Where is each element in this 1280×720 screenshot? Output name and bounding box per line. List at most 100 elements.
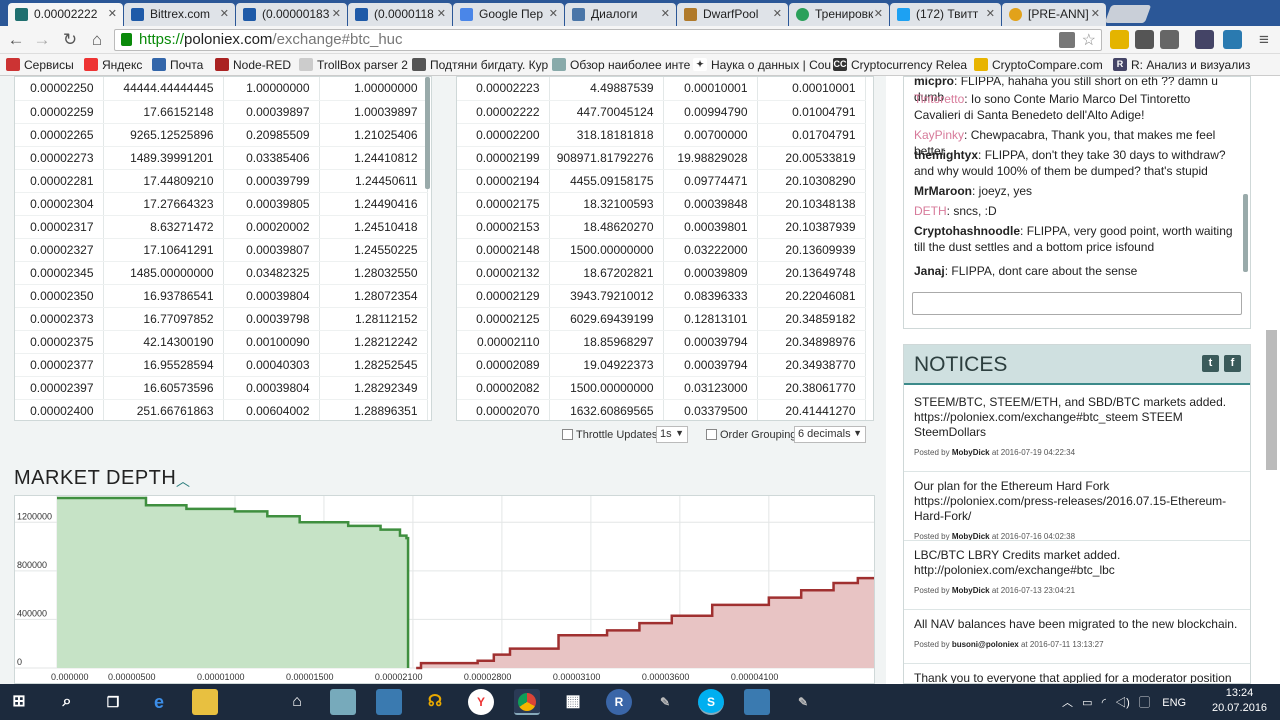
yandex-browser-icon[interactable]: Y <box>468 689 494 715</box>
tab-trainer[interactable]: Тренировк ✕ <box>789 3 889 26</box>
chat-icon[interactable]: ▢ <box>1139 697 1150 709</box>
file-explorer-icon[interactable] <box>192 689 218 715</box>
headphones-icon[interactable]: ☊ <box>422 689 448 715</box>
table-row[interactable]: 0.00002082 1500.00000000 0.03123000 20.3806… <box>457 376 866 400</box>
r-studio-icon[interactable]: R <box>606 689 632 715</box>
table-row[interactable]: 0.00002317 8.63271472 0.00020002 1.24510418 <box>15 215 428 239</box>
twitter-icon[interactable]: t <box>1202 355 1219 372</box>
table-row[interactable]: 0.00002265 9265.12525896 0.20985509 1.21025… <box>15 123 428 147</box>
extension-icon[interactable] <box>1160 30 1179 49</box>
tab-bittrex-2[interactable]: (0.00000183 ✕ <box>236 3 347 26</box>
bookmark-cryptocompare[interactable]: CryptoCompare.com <box>974 58 1103 72</box>
table-row[interactable]: 0.00002377 16.95528594 0.00040303 1.2825254… <box>15 353 428 377</box>
table-row[interactable]: 0.00002281 17.44809210 0.00039799 1.2445061… <box>15 169 428 193</box>
table-row[interactable]: 0.00002153 18.48620270 0.00039801 20.103879… <box>457 215 866 239</box>
close-icon[interactable]: ✕ <box>661 7 670 20</box>
table-row[interactable]: 0.00002194 4455.09158175 0.09774471 20.1030… <box>457 169 866 193</box>
tab-bittrex[interactable]: Bittrex.com ✕ <box>124 3 235 26</box>
table-row[interactable]: 0.00002345 1485.00000000 0.03482325 1.28032… <box>15 261 428 285</box>
table-row[interactable]: 0.00002400 251.66761863 0.00604002 1.288963… <box>15 399 428 420</box>
chat-username[interactable]: micpro <box>914 77 954 88</box>
menu-icon[interactable]: ≡ <box>1254 30 1274 50</box>
home-icon[interactable]: ⌂ <box>87 30 107 50</box>
bookmark-trollbox[interactable]: TrollBox parser 2 <box>299 58 408 72</box>
tab-poloniex[interactable]: 0.00002222 ✕ <box>8 3 123 26</box>
extension-icon[interactable] <box>1223 30 1242 49</box>
extension-icon[interactable] <box>1110 30 1129 49</box>
chat-username[interactable]: Cryptohashnoodle <box>914 224 1020 238</box>
windows-start-icon[interactable]: ⊞ <box>6 689 32 715</box>
remote-desktop-icon[interactable] <box>376 689 402 715</box>
table-row[interactable]: 0.00002089 19.04922373 0.00039794 20.349387… <box>457 353 866 377</box>
close-icon[interactable]: ✕ <box>220 7 229 20</box>
notice-author[interactable]: MobyDick <box>952 586 990 595</box>
chevron-up-icon[interactable]: ︿ <box>1062 697 1073 709</box>
chrome-icon[interactable] <box>514 689 540 715</box>
wifi-icon[interactable]: ◜ <box>1102 697 1106 709</box>
table-row[interactable]: 0.00002350 16.93786541 0.00039804 1.2807235… <box>15 284 428 308</box>
table-row[interactable]: 0.00002110 18.85968297 0.00039794 20.348989… <box>457 330 866 354</box>
notice-author[interactable]: MobyDick <box>952 448 990 457</box>
chat-username[interactable]: DETH <box>914 204 947 218</box>
table-row[interactable]: 0.00002148 1500.00000000 0.03222000 20.1360… <box>457 238 866 262</box>
table-row[interactable]: 0.00002125 6029.69439199 0.12813101 20.3485… <box>457 307 866 331</box>
table-row[interactable]: 0.00002250 44444.44444445 1.00000000 1.0000… <box>15 77 428 101</box>
close-icon[interactable]: ✕ <box>108 7 117 20</box>
close-icon[interactable]: ✕ <box>874 7 883 20</box>
table-row[interactable]: 0.00002223 4.49887539 0.00010001 0.00010001 <box>457 77 866 101</box>
address-bar[interactable]: https://poloniex.com/exchange#btc_huc ☆ <box>114 29 1102 51</box>
close-icon[interactable]: ✕ <box>773 7 782 20</box>
table-row[interactable]: 0.00002070 1632.60869565 0.03379500 20.4144… <box>457 399 866 420</box>
calculator-icon[interactable]: ▦ <box>560 689 586 715</box>
table-row[interactable]: 0.00002175 18.32100593 0.00039848 20.103481… <box>457 192 866 216</box>
table-row[interactable]: 0.00002373 16.77097852 0.00039798 1.2811215… <box>15 307 428 331</box>
tab-bitcointalk[interactable]: [PRE-ANN] ✕ <box>1002 3 1106 26</box>
chat-username[interactable]: Janaj <box>914 264 945 278</box>
notice-author[interactable]: busoni@poloniex <box>952 640 1019 649</box>
home-app-icon[interactable]: ⌂ <box>284 689 310 715</box>
extension-icon[interactable] <box>1195 30 1214 49</box>
skype-icon[interactable]: S <box>698 689 724 715</box>
table-row[interactable]: 0.00002222 447.70045124 0.00994790 0.010047… <box>457 100 866 124</box>
throttle-checkbox[interactable] <box>562 429 573 440</box>
table-row[interactable]: 0.00002397 16.60573596 0.00039804 1.2829234… <box>15 376 428 400</box>
volume-icon[interactable]: ◁) <box>1115 697 1130 709</box>
bookmark-services[interactable]: Сервисы <box>6 58 74 72</box>
bookmark-crypto-release[interactable]: CC Cryptocurrency Relea <box>833 58 967 72</box>
close-icon[interactable]: ✕ <box>437 7 446 20</box>
forward-arrow-icon[interactable]: → <box>32 30 52 50</box>
throttle-select[interactable]: 1s ▼ <box>656 426 688 443</box>
chat-username[interactable]: MrMaroon <box>914 184 972 198</box>
close-icon[interactable]: ✕ <box>1091 7 1100 20</box>
store-icon[interactable] <box>330 689 356 715</box>
scrollbar[interactable] <box>425 77 430 189</box>
tab-vk-dialogs[interactable]: Диалоги ✕ <box>565 3 676 26</box>
search-icon[interactable]: ⌕ <box>54 689 80 715</box>
table-row[interactable]: 0.00002327 17.10641291 0.00039807 1.2455022… <box>15 238 428 262</box>
new-tab-button[interactable] <box>1104 5 1152 23</box>
close-icon[interactable]: ✕ <box>332 7 341 20</box>
chat-username[interactable]: themightyx <box>914 148 978 162</box>
network-icon[interactable]: ▭ <box>1082 697 1092 709</box>
star-icon[interactable]: ☆ <box>1082 30 1096 50</box>
bookmark-bigdata[interactable]: Подтяни бигдату. Кур <box>412 58 548 72</box>
table-row[interactable]: 0.00002129 3943.79210012 0.08396333 20.2204… <box>457 284 866 308</box>
table-row[interactable]: 0.00002375 42.14300190 0.00100090 1.2821224… <box>15 330 428 354</box>
app-icon[interactable] <box>744 689 770 715</box>
close-icon[interactable]: ✕ <box>986 7 995 20</box>
back-arrow-icon[interactable]: ← <box>6 30 26 50</box>
clock[interactable]: 13:24 20.07.2016 <box>1212 686 1267 716</box>
app-icon[interactable]: ✎ <box>652 689 678 715</box>
facebook-icon[interactable]: f <box>1224 355 1241 372</box>
chat-username[interactable]: Tintoretto <box>914 92 964 106</box>
table-row[interactable]: 0.00002273 1489.39991201 0.03385406 1.24410… <box>15 146 428 170</box>
chat-username[interactable]: KayPinky <box>914 128 964 142</box>
bookmark-yandex[interactable]: Яндекс <box>84 58 142 72</box>
bookmark-r-analysis[interactable]: R R: Анализ и визуализ <box>1113 58 1250 72</box>
bookmark-habr[interactable]: Обзор наиболее инте <box>552 58 690 72</box>
tab-twitter[interactable]: (172) Твитт ✕ <box>890 3 1001 26</box>
edge-icon[interactable]: e <box>146 689 172 715</box>
bookmark-mail[interactable]: Почта <box>152 58 203 72</box>
table-row[interactable]: 0.00002259 17.66152148 0.00039897 1.0003989… <box>15 100 428 124</box>
chat-scrollbar[interactable] <box>1243 194 1248 272</box>
